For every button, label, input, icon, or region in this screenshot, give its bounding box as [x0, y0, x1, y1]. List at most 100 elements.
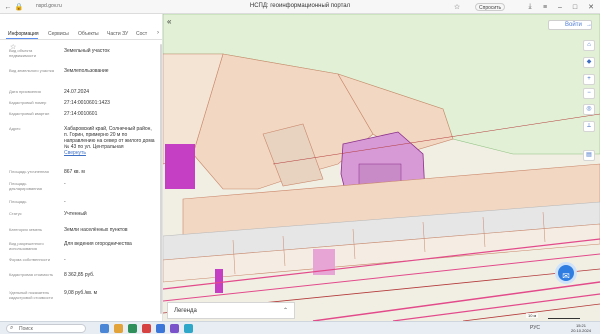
- property-value-text: 8 362,85 руб.: [64, 272, 95, 278]
- property-label: Адрес: [9, 126, 21, 131]
- start-icon[interactable]: [100, 324, 109, 333]
- app-icon[interactable]: [184, 324, 193, 333]
- search-icon: ⌕: [10, 325, 14, 331]
- system-clock[interactable]: 15:21 20.10.2024: [566, 323, 596, 333]
- info-panel: Информация Сервисы Объекты Части ЗУ Сост…: [0, 14, 163, 321]
- clock-date: 20.10.2024: [570, 328, 592, 333]
- ask-button-label: Спросить: [479, 5, 502, 11]
- browser-toolbar: ← 🔒 nspd.gov.ru НСПД: геоинформационный …: [0, 0, 600, 14]
- cadastral-map: [163, 14, 600, 321]
- bookmark-icon[interactable]: ☆: [452, 2, 462, 12]
- menu-icon[interactable]: ≡: [540, 2, 550, 12]
- os-taskbar: ⌕ Поиск РУС 15:21 20.10.2024: [0, 321, 600, 334]
- active-tab-indicator: [6, 38, 38, 39]
- property-label: Кадастровый квартал: [9, 111, 50, 116]
- chat-icon[interactable]: ✉: [555, 262, 577, 284]
- property-label: Площадь декларированная: [9, 181, 42, 191]
- property-value: Учтенный: [64, 211, 157, 217]
- property-label: Кадастровая стоимость: [9, 272, 54, 277]
- scale-bar: [548, 318, 580, 319]
- taskbar-search[interactable]: ⌕ Поиск: [6, 324, 86, 333]
- property-value-text: 27:14:0010601:1423: [64, 100, 110, 106]
- collapse-panel-icon[interactable]: «: [167, 18, 175, 26]
- taskbar-search-placeholder: Поиск: [19, 326, 33, 332]
- property-value: 8 362,85 руб.: [64, 272, 157, 278]
- ruler-icon[interactable]: ⟂: [583, 121, 595, 132]
- property-label: Кадастровый номер: [9, 100, 47, 105]
- panel-tabs: Информация Сервисы Объекты Части ЗУ Сост…: [0, 28, 163, 40]
- chevron-up-icon: ⌃: [282, 308, 288, 314]
- plus-icon[interactable]: +: [583, 74, 595, 85]
- page-title: НСПД: геоинформационный портал: [249, 3, 351, 9]
- browser-icon[interactable]: [156, 324, 165, 333]
- property-label: Дата присвоения: [9, 89, 41, 94]
- ask-button[interactable]: Спросить: [475, 3, 506, 11]
- tab-services[interactable]: Сервисы: [48, 31, 69, 37]
- app-icon[interactable]: [142, 324, 151, 333]
- home-icon[interactable]: ⌂: [583, 40, 595, 51]
- property-value: -: [64, 181, 157, 187]
- property-value: 867 кв. м: [64, 169, 157, 175]
- property-value: 27:14:0010601:1423: [64, 100, 157, 106]
- app-icon[interactable]: [128, 324, 137, 333]
- property-value-text: 867 кв. м: [64, 169, 85, 175]
- lock-icon[interactable]: 🔒: [14, 2, 24, 12]
- print-icon[interactable]: ▤: [583, 150, 595, 161]
- scale-label: 10 м: [526, 313, 539, 318]
- tab-state[interactable]: Сост: [136, 31, 147, 37]
- property-value-text: -: [64, 199, 66, 205]
- magenta-block: [165, 144, 195, 189]
- property-value: Земельный участок: [64, 48, 157, 54]
- property-value-text: Земли населённых пунктов: [64, 227, 128, 233]
- property-value: Земли населённых пунктов: [64, 227, 157, 233]
- property-label: Категория земель: [9, 227, 43, 232]
- property-label: Вид разрешенного использования: [9, 241, 44, 251]
- magenta-block: [215, 269, 223, 293]
- tab-objects[interactable]: Объекты: [78, 31, 99, 37]
- property-value-text: 27:14:0010601: [64, 111, 98, 117]
- property-label: Вид земельного участка: [9, 68, 54, 73]
- property-value: Хабаровский край, Солнечный район, п. Го…: [64, 126, 157, 156]
- property-label: Статус: [9, 211, 22, 216]
- property-value-text: Хабаровский край, Солнечный район, п. Го…: [64, 126, 155, 150]
- property-value-text: Землепользование: [64, 68, 109, 74]
- property-value-text: -: [64, 257, 66, 263]
- app-icon[interactable]: [170, 324, 179, 333]
- maximize-icon[interactable]: □: [570, 2, 580, 12]
- property-value-text: Земельный участок: [64, 48, 110, 54]
- legend-label: Легенда: [174, 308, 197, 314]
- close-icon[interactable]: ✕: [586, 2, 596, 12]
- property-label: Удельный показатель кадастровой стоимост…: [9, 290, 53, 300]
- location-icon[interactable]: ◎: [583, 104, 595, 115]
- minus-icon[interactable]: −: [583, 88, 595, 99]
- address-bar[interactable]: nspd.gov.ru: [36, 3, 62, 9]
- tab-parts[interactable]: Части ЗУ: [107, 31, 128, 37]
- layers-icon[interactable]: ◆: [583, 57, 595, 68]
- pink-line: [312, 281, 600, 321]
- map-canvas[interactable]: [163, 14, 600, 321]
- login-button-label: Войти: [565, 22, 582, 28]
- property-value-text: 24.07.2024: [64, 89, 90, 95]
- chevron-right-icon[interactable]: ›: [157, 30, 159, 36]
- explorer-icon[interactable]: [114, 324, 123, 333]
- tab-information[interactable]: Информация: [8, 31, 39, 37]
- panel-scrollbar[interactable]: [160, 44, 162, 314]
- property-value-text: Для ведения огородничества: [64, 241, 132, 247]
- legend-toggle[interactable]: Легенда ⌃: [167, 302, 295, 319]
- property-value: 27:14:0010601: [64, 111, 157, 117]
- property-value: -: [64, 257, 157, 263]
- property-value: Для ведения огородничества: [64, 241, 157, 247]
- property-value-text: Учтенный: [64, 211, 87, 217]
- minimize-icon[interactable]: –: [555, 2, 565, 12]
- property-label: Форма собственности: [9, 257, 50, 262]
- language-indicator[interactable]: РУС: [530, 325, 540, 331]
- download-icon[interactable]: ⤓: [525, 2, 535, 12]
- collapse-link[interactable]: Свернуть: [64, 150, 157, 156]
- property-value: -: [64, 199, 157, 205]
- back-arrow-icon[interactable]: ←: [3, 2, 13, 12]
- property-value-text: 9,08 руб./кв. м: [64, 290, 98, 296]
- property-value: Землепользование: [64, 68, 157, 74]
- property-value: 9,08 руб./кв. м: [64, 290, 157, 296]
- property-label: Площадь уточненная: [9, 169, 49, 174]
- property-value: 24.07.2024: [64, 89, 157, 95]
